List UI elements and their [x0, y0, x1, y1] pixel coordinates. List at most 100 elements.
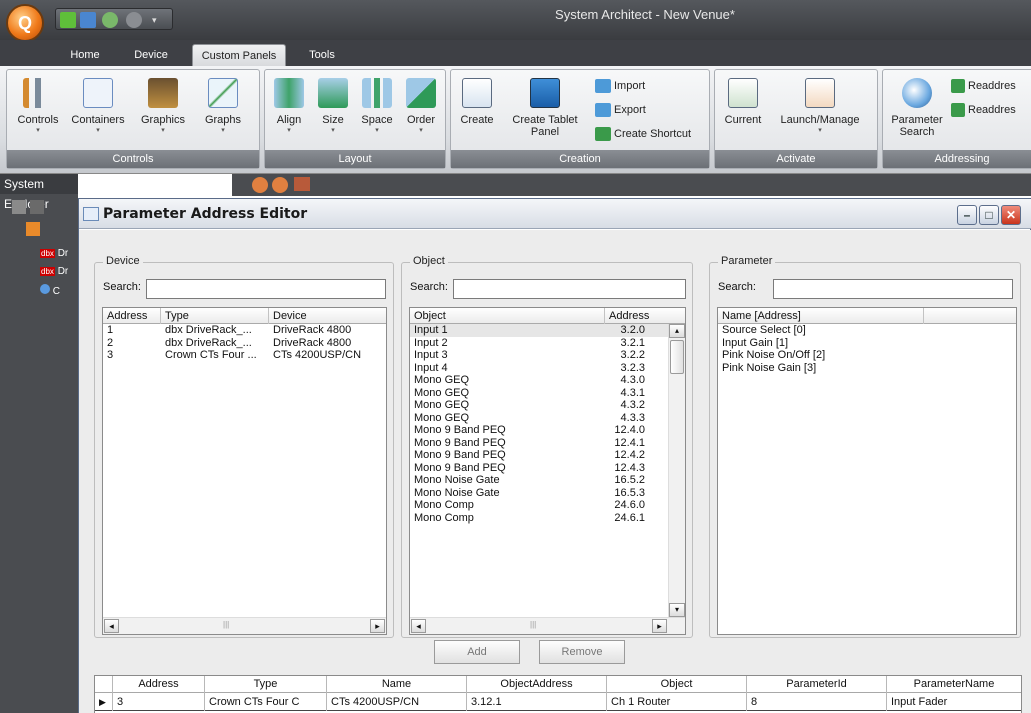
scroll-thumb[interactable]	[670, 340, 684, 374]
column-header[interactable]: ObjectAddress	[467, 676, 607, 693]
scroll-up-icon[interactable]: ▴	[669, 324, 685, 338]
grid-cell[interactable]: Input Fader	[887, 693, 1021, 711]
tab-device[interactable]: Device	[126, 44, 176, 66]
scroll-left-icon[interactable]: ◂	[411, 619, 426, 633]
column-header[interactable]: Type	[205, 676, 327, 693]
undo-icon[interactable]	[102, 12, 118, 28]
grid-cell[interactable]: Ch 1 Router	[607, 693, 747, 711]
device-list[interactable]: Address Type Device 1 dbx DriveRack_... Dr…	[102, 307, 387, 635]
grid-cell[interactable]: CTs 4200USP/CN	[327, 693, 467, 711]
tab-tools[interactable]: Tools	[302, 44, 342, 66]
align-button[interactable]: Align ▾	[269, 78, 309, 135]
forward-icon[interactable]	[272, 177, 288, 193]
column-header[interactable]: Type	[161, 308, 269, 324]
object-list-item[interactable]: Mono Comp 24.6.1	[410, 512, 669, 525]
grid-cell[interactable]: 8	[747, 693, 887, 711]
scroll-left-icon[interactable]: ◂	[104, 619, 119, 633]
column-header[interactable]: Name [Address]	[718, 308, 924, 324]
tree-item-driverack[interactable]: dbx Dr	[40, 266, 68, 277]
object-list-item[interactable]: Mono GEQ 4.3.3	[410, 412, 669, 425]
home-icon[interactable]	[294, 177, 310, 191]
object-list-item[interactable]: Mono Noise Gate 16.5.3	[410, 487, 669, 500]
import-button[interactable]: Import	[595, 76, 645, 96]
readdress-button-1[interactable]: Readdres	[951, 76, 1016, 96]
scroll-down-icon[interactable]: ▾	[669, 603, 685, 617]
parameter-list-item[interactable]: Pink Noise On/Off [2]	[718, 349, 1016, 362]
object-list-item[interactable]: Mono 9 Band PEQ 12.4.2	[410, 449, 669, 462]
grid-cell[interactable]: Crown CTs Four C	[205, 693, 327, 711]
column-header[interactable]: Object	[410, 308, 605, 324]
object-list-item[interactable]: Mono GEQ 4.3.2	[410, 399, 669, 412]
device-list-item[interactable]: 3 Crown CTs Four ... CTs 4200USP/CN	[103, 349, 386, 362]
column-header[interactable]: ParameterName	[887, 676, 1021, 693]
graphs-button[interactable]: Graphs ▾	[199, 78, 247, 135]
parameter-search-input[interactable]	[773, 279, 1013, 299]
size-button[interactable]: Size ▾	[313, 78, 353, 135]
application-orb-button[interactable]: Q	[6, 4, 44, 42]
tab-home[interactable]: Home	[64, 44, 106, 66]
assignment-grid[interactable]: Address Type Name ObjectAddress Object P…	[94, 675, 1022, 713]
grid-row[interactable]: ▶ 3 Crown CTs Four C CTs 4200USP/CN 3.12…	[95, 693, 1021, 711]
toolbar-icon[interactable]	[30, 200, 44, 214]
object-list-item[interactable]: Mono GEQ 4.3.1	[410, 387, 669, 400]
parameter-list-item[interactable]: Pink Noise Gain [3]	[718, 362, 1016, 375]
object-list-item[interactable]: Mono 9 Band PEQ 12.4.0	[410, 424, 669, 437]
space-button[interactable]: Space ▾	[357, 78, 397, 135]
new-icon[interactable]	[60, 12, 76, 28]
object-list-item[interactable]: Input 1 3.2.0	[410, 324, 669, 337]
create-shortcut-button[interactable]: Create Shortcut	[595, 124, 691, 144]
device-search-input[interactable]	[146, 279, 386, 299]
venue-icon[interactable]	[26, 222, 40, 236]
parameter-list-item[interactable]: Source Select [0]	[718, 324, 1016, 337]
save-icon[interactable]	[80, 12, 96, 28]
redo-icon[interactable]	[126, 12, 142, 28]
column-header[interactable]: Name	[327, 676, 467, 693]
object-list-item[interactable]: Mono Noise Gate 16.5.2	[410, 474, 669, 487]
scroll-right-icon[interactable]: ▸	[370, 619, 385, 633]
object-list-item[interactable]: Mono 9 Band PEQ 12.4.3	[410, 462, 669, 475]
tree-item-driverack[interactable]: dbx Dr	[40, 248, 68, 259]
object-list-item[interactable]: Mono GEQ 4.3.0	[410, 374, 669, 387]
parameter-list[interactable]: Name [Address] Source Select [0] Input Ga…	[717, 307, 1017, 635]
minimize-button[interactable]: –	[957, 205, 977, 225]
object-list-item[interactable]: Input 3 3.2.2	[410, 349, 669, 362]
object-search-input[interactable]	[453, 279, 686, 299]
column-header[interactable]: Address	[103, 308, 161, 324]
create-tablet-panel-button[interactable]: Create Tablet Panel	[505, 78, 585, 138]
scroll-right-icon[interactable]: ▸	[652, 619, 667, 633]
object-vscrollbar[interactable]: ▴ ▾	[668, 324, 685, 617]
controls-button[interactable]: Controls ▾	[15, 78, 61, 135]
device-list-item[interactable]: 1 dbx DriveRack_... DriveRack 4800	[103, 324, 386, 337]
back-icon[interactable]	[252, 177, 268, 193]
current-button[interactable]: Current	[721, 78, 765, 126]
graphics-button[interactable]: Graphics ▾	[135, 78, 191, 135]
containers-button[interactable]: Containers ▾	[67, 78, 129, 135]
tab-custom-panels[interactable]: Custom Panels	[192, 44, 286, 66]
customize-qat-icon[interactable]: ▾	[152, 12, 162, 28]
column-header[interactable]: Address	[605, 308, 670, 324]
maximize-button[interactable]: □	[979, 205, 999, 225]
object-list-item[interactable]: Mono 9 Band PEQ 12.4.1	[410, 437, 669, 450]
launch-manage-button[interactable]: Launch/Manage ▾	[773, 78, 867, 135]
column-header[interactable]: Object	[607, 676, 747, 693]
device-hscrollbar[interactable]: ◂ ||| ▸	[103, 617, 386, 634]
close-button[interactable]: ✕	[1001, 205, 1021, 225]
row-selector-icon[interactable]: ▶	[95, 693, 113, 711]
object-list-item[interactable]: Input 4 3.2.3	[410, 362, 669, 375]
export-button[interactable]: Export	[595, 100, 646, 120]
column-header[interactable]: Device	[269, 308, 386, 324]
object-hscrollbar[interactable]: ◂ ||| ▸	[410, 617, 685, 634]
tree-item-crown[interactable]: C	[40, 284, 60, 297]
order-button[interactable]: Order ▾	[401, 78, 441, 135]
grid-cell[interactable]: 3	[113, 693, 205, 711]
toolbar-icon[interactable]	[12, 200, 26, 214]
device-list-item[interactable]: 2 dbx DriveRack_... DriveRack 4800	[103, 337, 386, 350]
remove-button[interactable]: Remove	[539, 640, 625, 664]
object-list-item[interactable]: Input 2 3.2.1	[410, 337, 669, 350]
readdress-button-2[interactable]: Readdres	[951, 100, 1016, 120]
add-button[interactable]: Add	[434, 640, 520, 664]
object-list-item[interactable]: Mono Comp 24.6.0	[410, 499, 669, 512]
grid-cell[interactable]: 3.12.1	[467, 693, 607, 711]
parameter-search-button[interactable]: Parameter Search	[889, 78, 945, 138]
object-list[interactable]: Object Address Input 1 3.2.0 Input 2 3.2.1 I…	[409, 307, 686, 635]
